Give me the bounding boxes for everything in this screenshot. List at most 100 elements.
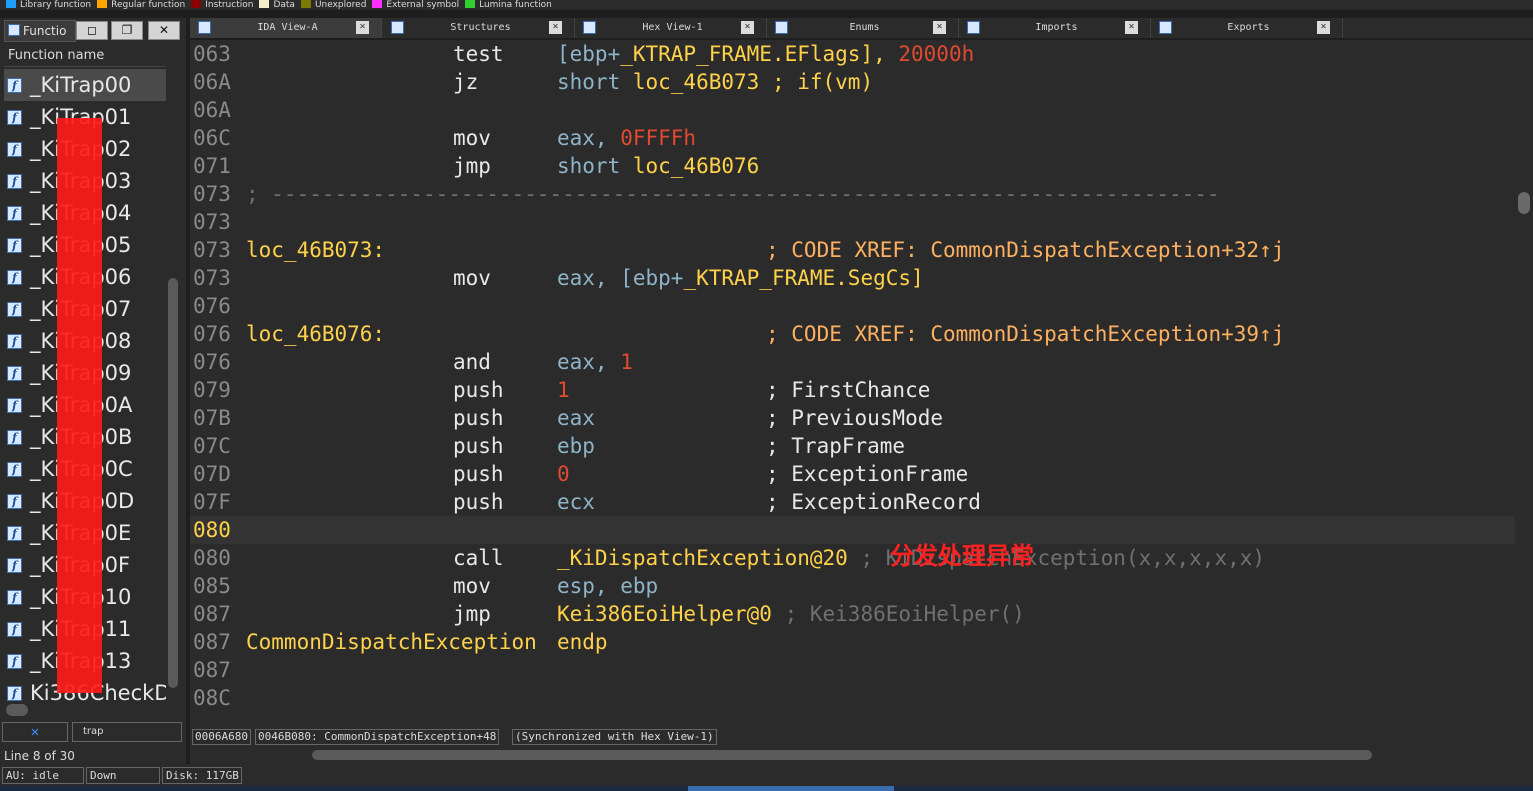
disasm-line[interactable]: 087 jmp Kei386EoiHelper@0 ; Kei386EoiHelpe… (190, 600, 1515, 628)
close-tab-icon[interactable]: ✕ (1317, 21, 1330, 34)
disasm-line[interactable]: 087 (190, 656, 1515, 684)
tab-ida-view-a[interactable]: IDA View-A ✕ (190, 18, 382, 38)
tab-imports[interactable]: Imports ✕ (959, 18, 1151, 38)
disasm-line[interactable]: 085 mov esp, ebp (190, 572, 1515, 600)
disasm-line[interactable]: 07C push ebp ; TrapFrame (190, 432, 1515, 460)
instruction-mnemonic: and (453, 350, 491, 374)
disasm-line[interactable]: 07B push eax ; PreviousMode (190, 404, 1515, 432)
operand-symbol: Kei386EoiHelper@0 (557, 602, 772, 626)
function-icon: f (7, 142, 22, 157)
close-tab-icon[interactable]: ✕ (549, 21, 562, 34)
line-address: 06A (193, 70, 231, 94)
function-icon: f (7, 430, 22, 445)
disasm-line[interactable]: 06A jz short loc_46B073 ; if(vm) (190, 68, 1515, 96)
clear-filter-icon[interactable]: ✕ (2, 722, 68, 742)
close-tab-icon[interactable]: ✕ (356, 21, 369, 34)
disasm-line[interactable]: 076 loc_46B076: ; CODE XREF: CommonDispatc… (190, 320, 1515, 348)
line-address: 07F (193, 490, 231, 514)
instruction-operands: eax (557, 404, 595, 432)
scrollbar-thumb[interactable] (168, 278, 178, 688)
tab-icon (775, 21, 788, 34)
disasm-line[interactable]: 071 jmp short loc_46B076 (190, 152, 1515, 180)
line-address: 085 (193, 574, 231, 598)
xref-comment: ; CODE XREF: CommonDispatchException+39↑… (766, 322, 1285, 346)
filter-input[interactable]: trap (72, 722, 182, 742)
arg-comment: ; FirstChance (766, 378, 931, 402)
red-highlight-overlay (57, 118, 102, 693)
function-name-column-header[interactable]: Function name (4, 45, 166, 67)
disassembly-view[interactable]: 063 test [ebp+_KTRAP_FRAME.EFlags], 20000h… (190, 40, 1515, 728)
instruction-mnemonic: jmp (453, 602, 491, 626)
legend-label: Library function (20, 0, 92, 10)
tab-label: Structures (450, 22, 511, 33)
close-tab-icon[interactable]: ✕ (741, 21, 754, 34)
operand-symbol: _KTRAP_FRAME.SegCs (683, 266, 912, 290)
operand-number: 0 (557, 462, 570, 486)
disasm-line[interactable]: 07F push ecx ; ExceptionRecord (190, 488, 1515, 516)
scrollbar-thumb[interactable] (1518, 192, 1530, 214)
tab-enums[interactable]: Enums ✕ (767, 18, 959, 38)
close-tab-icon[interactable]: ✕ (1125, 21, 1138, 34)
line-address: 076 (193, 350, 231, 374)
function-icon: f (7, 334, 22, 349)
arg-comment: ; PreviousMode (766, 406, 944, 430)
legend-item: Instruction (191, 0, 253, 10)
code-label: loc_46B076: (246, 322, 386, 346)
disasm-line[interactable]: 080 (190, 516, 1515, 544)
instruction-mnemonic: mov (453, 574, 491, 598)
function-list-hscroll-thumb[interactable] (6, 704, 28, 716)
tab-label: Enums (849, 22, 880, 33)
line-address: 071 (193, 154, 231, 178)
disasm-line[interactable]: 076 (190, 292, 1515, 320)
operand-symbol: loc_46B076 (632, 154, 760, 178)
disasm-line[interactable]: 08C (190, 684, 1515, 712)
disasm-line[interactable]: 087 CommonDispatchException endp (190, 628, 1515, 656)
instruction-operands: 1 (557, 376, 570, 404)
instruction-mnemonic: test (453, 42, 504, 66)
disasm-line[interactable]: 079 push 1 ; FirstChance (190, 376, 1515, 404)
function-list-item[interactable]: f _KiTrap00 (4, 69, 166, 101)
disassembly-hscrollbar[interactable] (190, 746, 1533, 764)
instruction-mnemonic: push (453, 462, 504, 486)
file-offset: 0006A680 (192, 729, 251, 745)
disasm-line[interactable]: 073 loc_46B073: ; CODE XREF: CommonDispatc… (190, 236, 1515, 264)
function-icon: f (7, 78, 22, 93)
disasm-line[interactable]: 07D push 0 ; ExceptionFrame (190, 460, 1515, 488)
handwritten-annotation: 分发处理异常 (890, 542, 1034, 570)
disasm-line[interactable]: 073 mov eax, [ebp+_KTRAP_FRAME.SegCs] (190, 264, 1515, 292)
legend-swatch (97, 0, 108, 8)
float-pane-button[interactable]: ◻ (76, 21, 108, 40)
tab-exports[interactable]: Exports ✕ (1151, 18, 1343, 38)
tab-icon (967, 21, 980, 34)
analysis-state: AU: idle (2, 767, 84, 784)
operand-text: ecx (557, 490, 595, 514)
function-icon: f (7, 206, 22, 221)
disasm-line[interactable]: 073 ; -----------------------------------… (190, 180, 1515, 208)
close-tab-icon[interactable]: ✕ (933, 21, 946, 34)
disasm-line[interactable]: 076 and eax, 1 (190, 348, 1515, 376)
close-pane-button[interactable]: ✕ (148, 21, 180, 40)
disasm-line[interactable]: 073 (190, 208, 1515, 236)
tab-structures[interactable]: Structures ✕ (383, 18, 575, 38)
restore-pane-button[interactable]: ❐ (111, 21, 143, 40)
line-address: 073 (193, 266, 231, 290)
disasm-line[interactable]: 06C mov eax, 0FFFFh (190, 124, 1515, 152)
disasm-line[interactable]: 06A (190, 96, 1515, 124)
search-direction: Down (86, 767, 160, 784)
disasm-line[interactable]: 063 test [ebp+_KTRAP_FRAME.EFlags], 20000h (190, 40, 1515, 68)
scrollbar-thumb[interactable] (312, 750, 1372, 760)
disasm-line[interactable]: 080 call _KiDispatchException@20 ; KiDispa… (190, 544, 1515, 572)
legend-label: Lumina function (479, 0, 552, 10)
instruction-operands: 0 (557, 460, 570, 488)
instruction-operands: short loc_46B076 (557, 152, 759, 180)
tab-icon (198, 21, 211, 34)
functions-tab[interactable]: Functio (4, 20, 76, 42)
instruction-operands: short loc_46B073 ; if(vm) (557, 68, 873, 96)
line-address: 087 (193, 658, 231, 682)
function-icon: f (7, 654, 22, 669)
tab-hex-view-1[interactable]: Hex View-1 ✕ (575, 18, 767, 38)
operand-text: eax, [ebp+ (557, 266, 684, 290)
function-list-scrollbar[interactable] (166, 98, 180, 718)
tab-label: Imports (1035, 22, 1078, 33)
disassembly-scrollbar[interactable] (1515, 40, 1533, 728)
